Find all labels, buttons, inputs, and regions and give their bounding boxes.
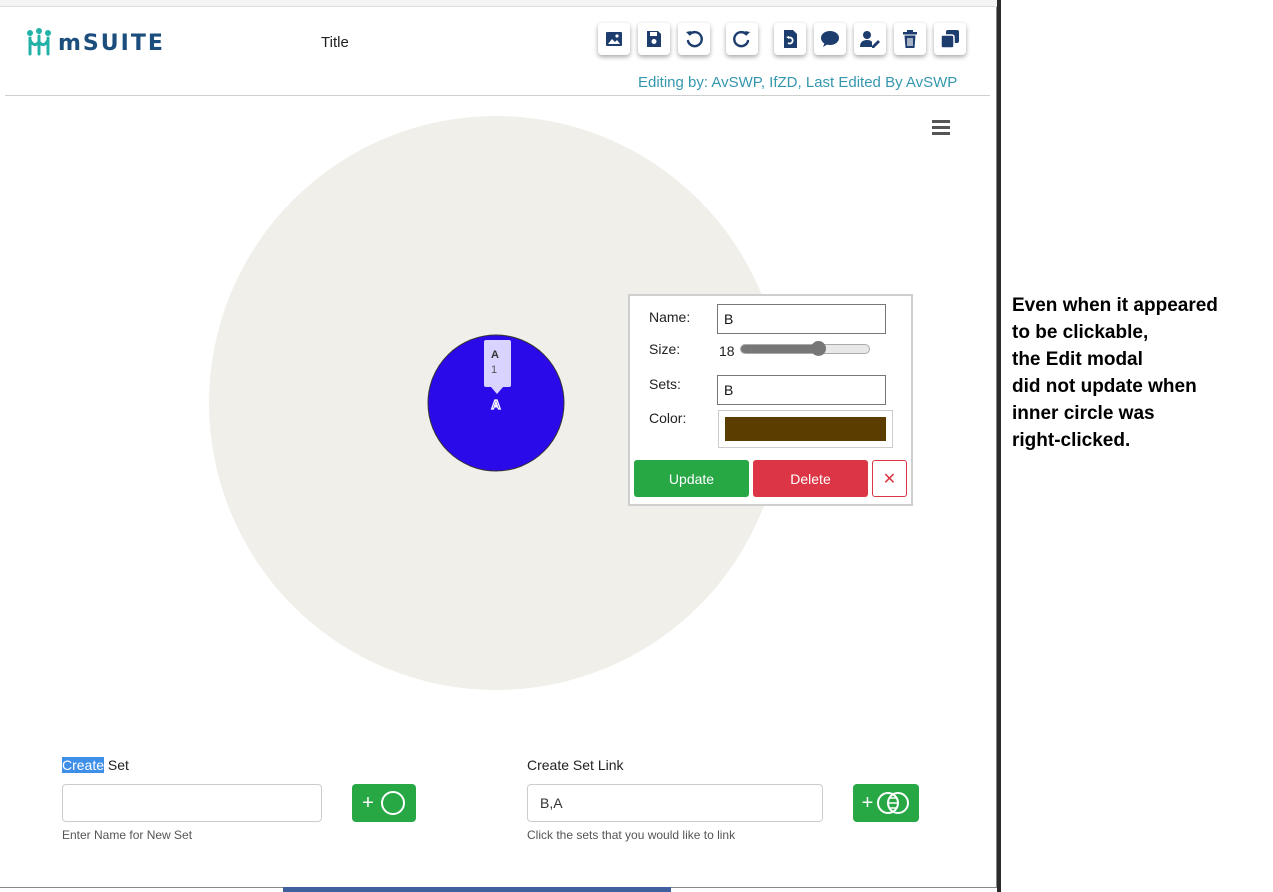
size-slider[interactable] (740, 341, 870, 356)
chat-icon (821, 31, 839, 47)
create-link-label: Create Set Link (527, 757, 624, 773)
note-line: Even when it appeared (1012, 295, 1218, 316)
copy-button[interactable] (934, 23, 966, 55)
sets-label: Sets: (649, 376, 681, 392)
size-slider-thumb[interactable] (810, 341, 826, 356)
redo-button[interactable] (726, 23, 758, 55)
save-button[interactable] (638, 23, 670, 55)
inner-set-label: A (491, 397, 501, 412)
update-button[interactable]: Update (634, 460, 749, 497)
size-value: 18 (719, 343, 735, 359)
create-set-label-selected: Create (62, 757, 105, 773)
delete-button[interactable] (894, 23, 926, 55)
set-link-input[interactable] (527, 784, 823, 822)
color-swatch (725, 417, 886, 441)
logo[interactable]: mSUITE (26, 28, 165, 58)
close-modal-button[interactable]: ✕ (872, 460, 907, 497)
window-border (997, 0, 1001, 892)
browser-edge (0, 0, 997, 7)
color-picker[interactable] (718, 410, 893, 448)
sets-input[interactable] (717, 375, 886, 405)
logo-text: mSUITE (58, 30, 165, 56)
reset-button[interactable] (774, 23, 806, 55)
create-set-help: Enter Name for New Set (62, 828, 193, 842)
name-input[interactable] (717, 304, 886, 334)
edit-set-modal: Name: Size: 18 Sets: Color: Update Delet… (628, 294, 913, 506)
redo-icon (733, 31, 750, 48)
logo-icon (27, 28, 51, 56)
note-line: inner circle was (1012, 403, 1155, 424)
create-set-label: Create Set (62, 757, 129, 773)
circle-icon (380, 791, 405, 815)
note-line: right-clicked. (1012, 430, 1131, 451)
export-image-button[interactable] (598, 23, 630, 55)
tooltip-set-count: 1 (491, 364, 497, 376)
size-slider-fill (741, 345, 818, 353)
save-icon (647, 31, 661, 47)
add-set-plus: + (362, 791, 374, 814)
annotation-note: Even when it appeared to be clickable, t… (1012, 292, 1262, 454)
taskbar-strip (283, 887, 671, 892)
tooltip-set-name: A (491, 349, 499, 361)
chat-button[interactable] (814, 23, 846, 55)
create-set-label-rest: Set (104, 757, 129, 773)
delete-set-button[interactable]: Delete (753, 460, 868, 497)
hamburger-menu-icon[interactable] (932, 120, 950, 135)
set-tooltip: A 1 (484, 340, 511, 394)
document-title[interactable]: Title (321, 34, 349, 51)
add-link-plus: + (861, 791, 874, 814)
image-icon (606, 32, 622, 46)
undo-icon (686, 31, 703, 48)
name-label: Name: (649, 309, 691, 325)
app-window: mSUITE Title Editing by: AvSWP, IfZD, La… (0, 0, 997, 888)
color-label: Color: (649, 410, 687, 426)
new-set-name-input[interactable] (62, 784, 322, 822)
add-link-button[interactable]: + (853, 784, 919, 822)
add-set-button[interactable]: + (352, 784, 416, 822)
create-link-help: Click the sets that you would like to li… (527, 828, 736, 842)
note-line: did not update when (1012, 376, 1197, 397)
note-line: to be clickable, (1012, 322, 1149, 343)
trash-icon (903, 30, 917, 48)
note-line: the Edit modal (1012, 349, 1143, 370)
copy-icon (940, 30, 959, 49)
size-label: Size: (649, 341, 681, 357)
reset-icon (784, 30, 797, 48)
link-sets-icon (877, 792, 910, 814)
undo-button[interactable] (678, 23, 710, 55)
edit-users-button[interactable] (854, 23, 886, 55)
editing-status: Editing by: AvSWP, IfZD, Last Edited By … (638, 74, 958, 91)
user-edit-icon (860, 31, 880, 48)
